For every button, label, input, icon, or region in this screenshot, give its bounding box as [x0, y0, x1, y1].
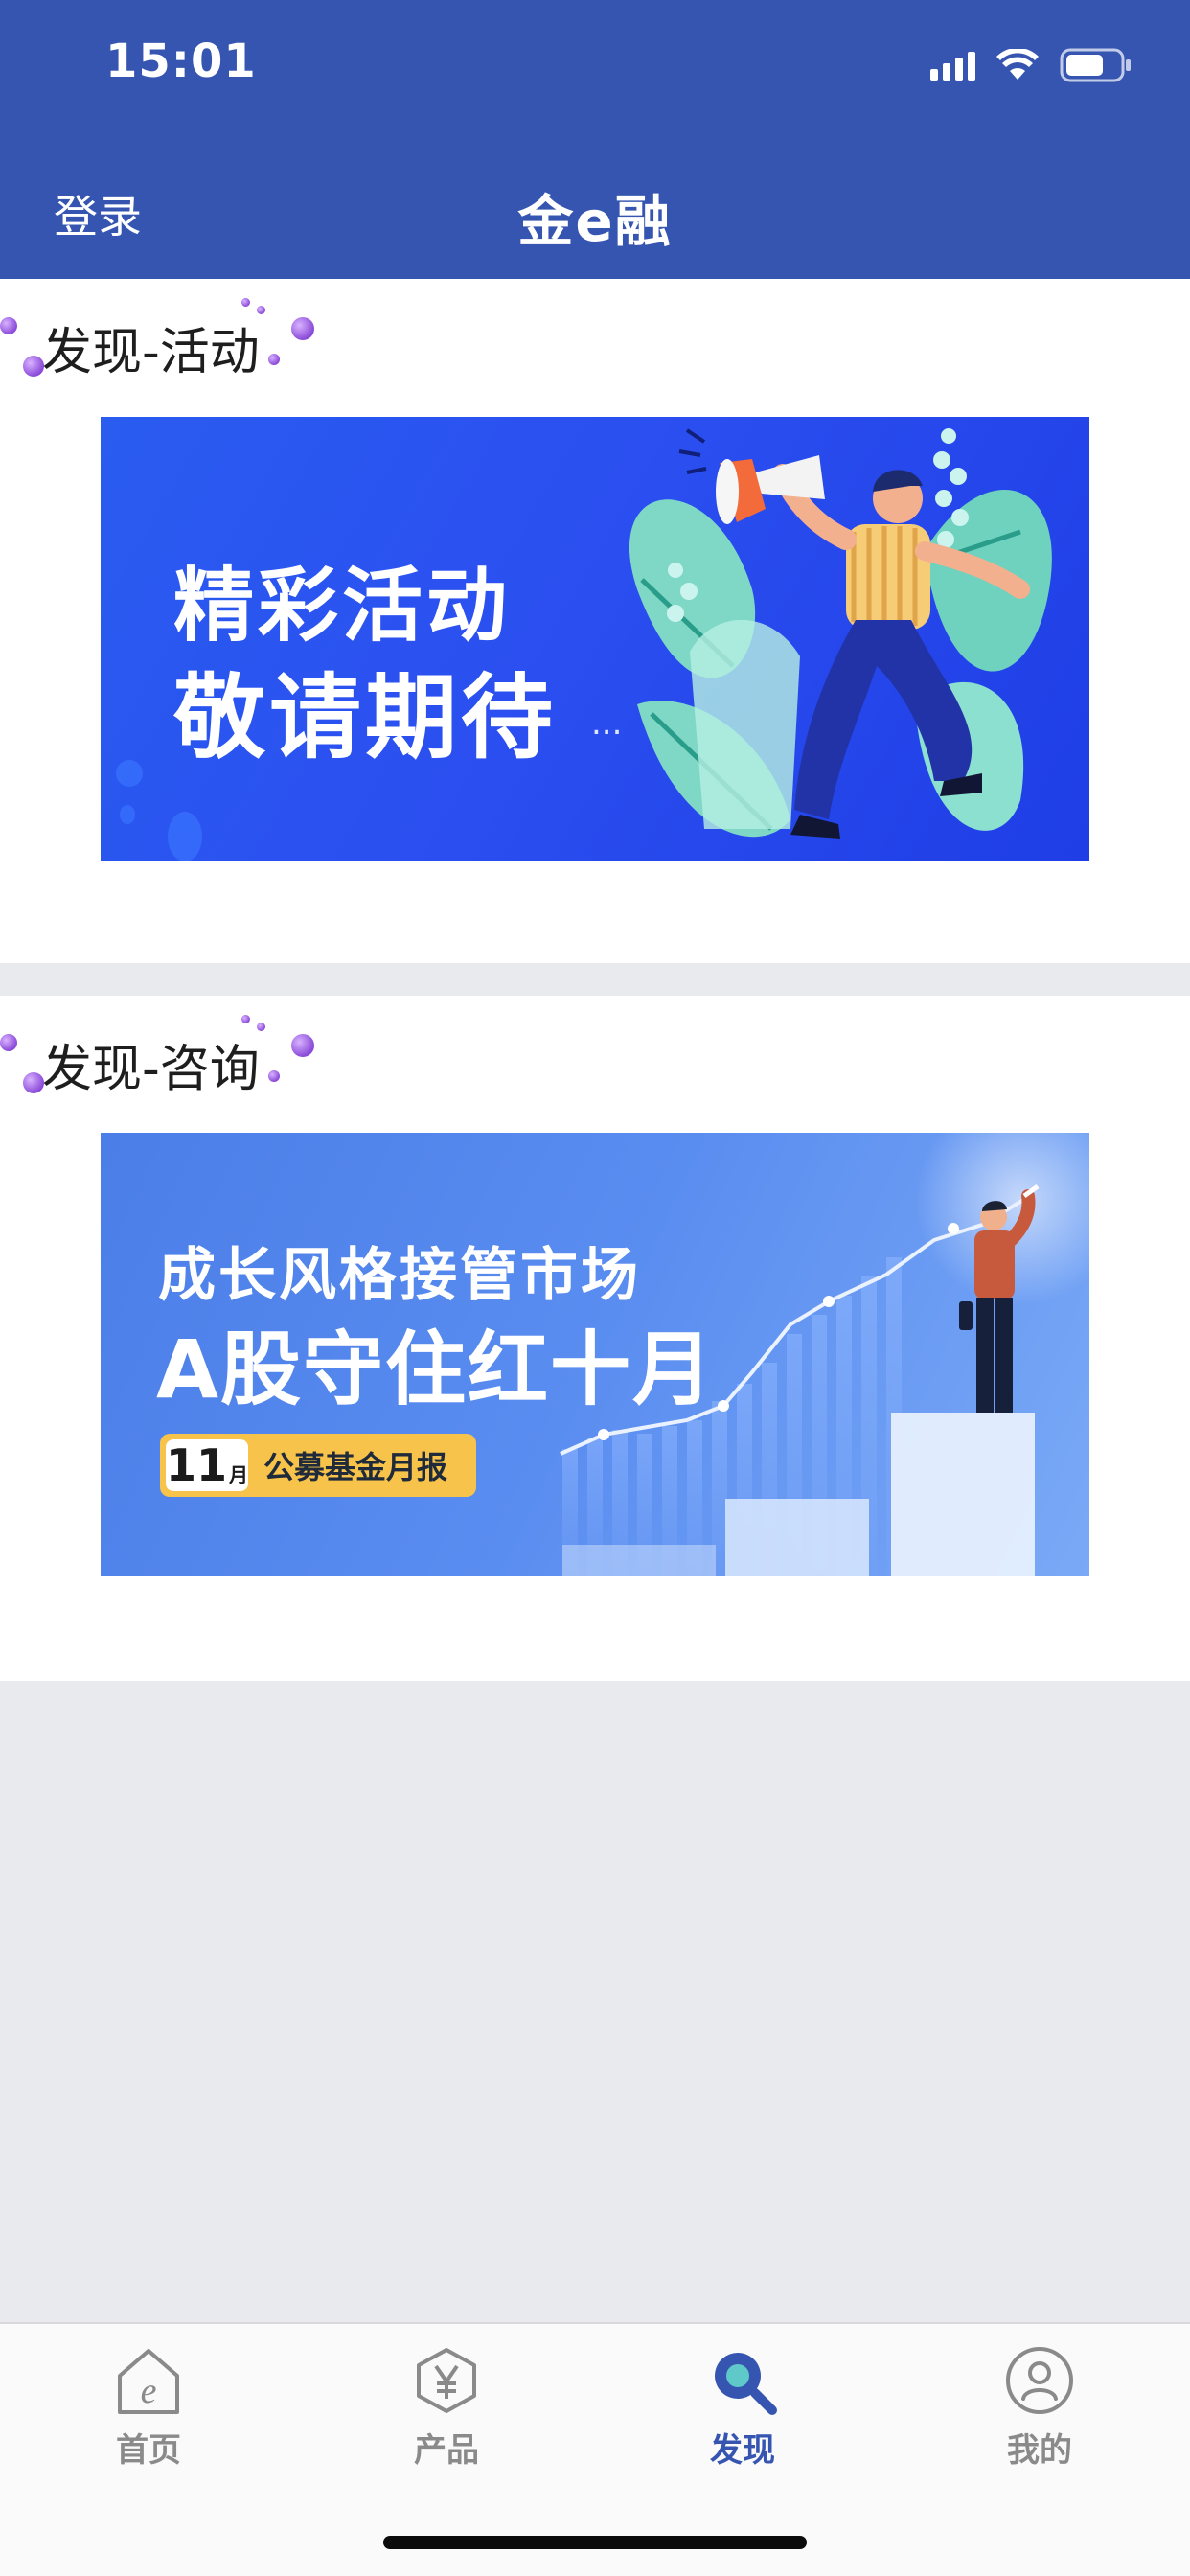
tab-label: 发现	[710, 2431, 775, 2470]
user-icon	[1006, 2347, 1073, 2414]
status-bar: 15:01	[0, 0, 1190, 134]
banner-headline: 成长风格接管市场	[158, 1242, 641, 1309]
tab-mine[interactable]: 我的	[944, 2345, 1135, 2471]
tab-label: 首页	[116, 2431, 181, 2470]
decor-dot	[0, 1034, 17, 1051]
decor-dot	[23, 1072, 44, 1093]
status-time: 15:01	[105, 34, 257, 88]
decor-dot	[268, 354, 280, 365]
search-icon	[715, 2353, 777, 2415]
badge-month-box: 11 月	[166, 1439, 248, 1491]
section-title: 发现-活动	[42, 324, 260, 381]
report-badge: 11 月 公募基金月报	[160, 1434, 476, 1497]
home-e-icon: e	[118, 2349, 179, 2414]
banner-ellipsis: ...	[591, 704, 623, 743]
decor-dot	[291, 1034, 314, 1057]
home-indicator[interactable]	[383, 2536, 807, 2549]
decor-dot	[241, 1015, 250, 1024]
tab-label: 产品	[414, 2431, 479, 2470]
app-header: 15:01 登录 金e融	[0, 0, 1190, 279]
decor-dot	[0, 317, 17, 334]
decor-dot	[23, 356, 44, 377]
tab-home[interactable]: e 首页	[53, 2345, 244, 2471]
section-activities: 发现-活动 精彩活动 敬请期待 ...	[0, 279, 1190, 963]
banner-subheadline: 敬请期待	[173, 664, 557, 771]
decor-dot	[241, 298, 250, 307]
section-news: 发现-咨询 成长风格接管市场 A股守住红十月 11 月 公募基金月报	[0, 996, 1190, 1681]
battery-icon	[1060, 47, 1133, 83]
news-banner[interactable]: 成长风格接管市场 A股守住红十月 11 月 公募基金月报	[101, 1133, 1089, 1576]
activity-banner[interactable]: 精彩活动 敬请期待 ...	[101, 417, 1089, 861]
banner-subheadline: A股守住红十月	[156, 1322, 716, 1416]
decor-dot	[291, 317, 314, 340]
banner-headline: 精彩活动	[173, 559, 512, 653]
badge-text: 公募基金月报	[263, 1449, 448, 1485]
page-title: 金e融	[517, 189, 673, 254]
tab-label: 我的	[1007, 2431, 1072, 2470]
svg-text:e: e	[141, 2371, 157, 2411]
tab-products[interactable]: 产品	[351, 2345, 542, 2471]
section-title: 发现-咨询	[42, 1041, 260, 1098]
badge-number: 11	[166, 1439, 228, 1491]
wifi-icon	[996, 49, 1039, 81]
cellular-signal-icon	[930, 50, 975, 80]
tab-discover[interactable]: 发现	[647, 2345, 838, 2471]
status-icons	[930, 44, 1133, 86]
badge-month: 月	[229, 1463, 249, 1486]
decor-dot	[268, 1070, 280, 1082]
yen-hexagon-icon	[417, 2348, 476, 2413]
